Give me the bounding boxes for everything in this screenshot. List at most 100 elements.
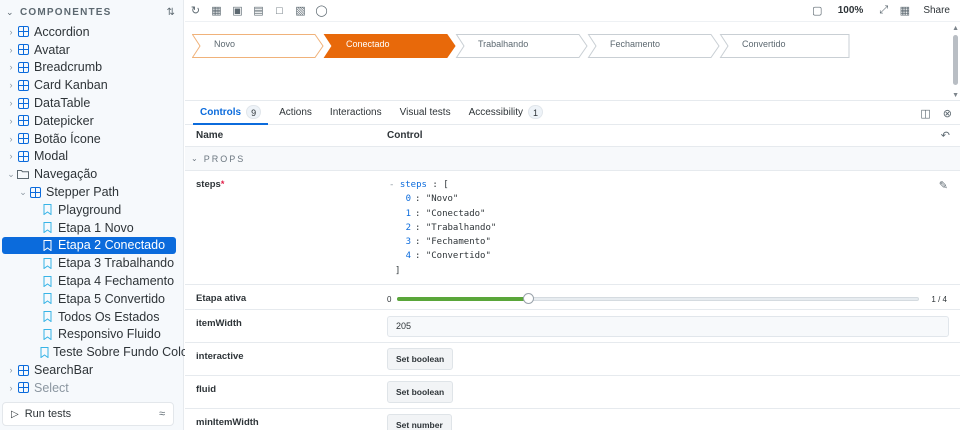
story-icon — [40, 311, 54, 323]
step-label: Conectado — [346, 39, 390, 49]
step-chevron[interactable] — [192, 34, 324, 58]
measure-icon[interactable]: ▧ — [290, 0, 311, 22]
sidebar-item[interactable]: ⌄ Navegação — [0, 165, 184, 183]
chevron-right-icon[interactable]: › — [6, 134, 16, 144]
sidebar-item[interactable]: Responsivo Fluido — [0, 326, 184, 344]
sidebar-item[interactable]: Playground — [0, 201, 184, 219]
tab-visual-tests[interactable]: Visual tests — [393, 100, 458, 124]
chevron-right-icon[interactable]: › — [6, 45, 16, 55]
sidebar-item-label: SearchBar — [34, 363, 94, 378]
preview-scrollbar[interactable]: ▲ ▼ — [950, 23, 960, 101]
object-key: steps — [399, 180, 427, 190]
zoom-icon[interactable]: ▢ — [807, 0, 828, 22]
sidebar-item[interactable]: › Modal — [0, 148, 184, 166]
zoom-level[interactable]: 100% — [838, 5, 864, 16]
expand-collapse-icon[interactable]: ⇅ — [167, 7, 175, 18]
colon: : — [415, 194, 426, 205]
step-chevron[interactable] — [323, 34, 456, 58]
share-button[interactable]: Share — [923, 5, 950, 16]
array-index: 4 — [405, 251, 411, 262]
fluid-set-boolean-button[interactable]: Set boolean — [387, 381, 454, 403]
calendar-icon[interactable]: ▦ — [894, 0, 915, 22]
scroll-down-icon[interactable]: ▼ — [952, 92, 959, 99]
chevron-right-icon[interactable]: › — [6, 27, 16, 37]
image-icon[interactable]: ▣ — [227, 0, 248, 22]
chevron-down-icon[interactable]: ⌄ — [6, 169, 16, 180]
scroll-up-icon[interactable]: ▲ — [952, 25, 959, 32]
sidebar-item[interactable]: › DataTable — [0, 94, 184, 112]
sidebar-item[interactable]: › Select — [0, 379, 184, 397]
story-icon — [40, 293, 54, 305]
chevron-down-icon[interactable]: ⌄ — [18, 187, 28, 198]
addons-panel: Controls 9 Actions Interactions Visual tests… — [185, 101, 960, 430]
sidebar-item[interactable]: › Card Kanban — [0, 76, 184, 94]
array-item[interactable]: 0: "Novo" — [389, 192, 496, 206]
array-item[interactable]: 3: "Fechamento" — [389, 235, 496, 249]
array-item[interactable]: 2: "Trabalhando" — [389, 221, 497, 235]
tab-actions[interactable]: Actions — [272, 100, 319, 124]
sidebar-item[interactable]: › SearchBar — [0, 361, 184, 379]
tab-interactions[interactable]: Interactions — [323, 100, 389, 124]
array-open: [ — [443, 180, 449, 190]
chevron-right-icon[interactable]: › — [6, 365, 16, 375]
min-item-width-set-number-button[interactable]: Set number — [387, 414, 452, 430]
watch-mode-icon[interactable]: ≈ — [159, 408, 165, 420]
story-icon — [40, 239, 54, 251]
sidebar-item[interactable]: Etapa 3 Trabalhando — [0, 254, 184, 272]
scroll-thumb[interactable] — [953, 35, 958, 85]
sidebar-item[interactable]: Teste Sobre Fundo Colorido — [0, 343, 209, 361]
column-name: Name — [196, 130, 224, 141]
sidebar-item[interactable]: › Datepicker — [0, 112, 184, 130]
chevron-right-icon[interactable]: › — [6, 80, 16, 90]
edit-pencil-icon[interactable]: ✎ — [939, 179, 948, 192]
outline-icon[interactable]: □ — [269, 0, 290, 22]
array-item[interactable]: 4: "Convertido" — [389, 249, 496, 263]
panel-layout-icon[interactable]: ◫ — [920, 107, 930, 120]
fullscreen-icon[interactable]: ⤢ — [873, 0, 894, 22]
slider-thumb[interactable] — [522, 293, 534, 304]
array-close: ] — [395, 265, 401, 276]
sidebar-item[interactable]: › Breadcrumb — [0, 59, 184, 77]
sidebar-item[interactable]: Etapa 2 Conectado — [2, 236, 176, 255]
sidebar-item[interactable]: › Accordion — [0, 23, 184, 41]
control-name: Etapa ativa — [196, 293, 247, 304]
chevron-right-icon[interactable]: › — [6, 62, 16, 72]
required-mark: * — [220, 179, 225, 189]
tab-controls[interactable]: Controls 9 — [193, 100, 269, 125]
item-width-input[interactable]: 205 — [387, 316, 949, 337]
array-value: "Convertido" — [425, 251, 491, 262]
chevron-right-icon[interactable]: › — [6, 151, 16, 161]
interactive-set-boolean-button[interactable]: Set boolean — [387, 348, 454, 370]
sidebar-item-label: Navegação — [34, 167, 98, 182]
sidebar-item[interactable]: Todos Os Estados — [0, 308, 184, 326]
run-tests-bar[interactable]: ▷ Run tests ≈ — [2, 402, 174, 426]
grid-icon[interactable]: ▦ — [206, 0, 227, 22]
accessibility-icon[interactable]: ◯ — [311, 0, 332, 22]
array-item[interactable]: 1: "Conectado" — [389, 207, 496, 221]
reset-icon[interactable]: ↶ — [941, 129, 950, 142]
close-icon[interactable]: ⊗ — [943, 107, 952, 120]
sidebar-item-label: Etapa 4 Fechamento — [58, 274, 175, 289]
reload-icon[interactable]: ↻ — [185, 0, 206, 22]
component-icon — [16, 26, 30, 38]
etapa-ativa-slider[interactable]: 0 1 / 4 — [387, 292, 947, 306]
tab-accessibility[interactable]: Accessibility 1 — [462, 100, 550, 124]
object-editor[interactable]: - steps : [0: "Novo" 1: "Conectado" 2: "Tr… — [389, 178, 496, 278]
sidebar-item-label: Breadcrumb — [34, 60, 103, 75]
sidebar-item[interactable]: Etapa 1 Novo — [0, 219, 184, 237]
array-value: "Fechamento" — [425, 237, 491, 248]
sidebar-item[interactable]: ⌄ Stepper Path — [0, 183, 184, 201]
sidebar-item[interactable]: › Botão Ícone — [0, 130, 184, 148]
step-label: Trabalhando — [478, 39, 529, 49]
sidebar-item[interactable]: Etapa 4 Fechamento — [0, 272, 184, 290]
slider-track[interactable] — [397, 292, 919, 306]
viewport-icon[interactable]: ▤ — [248, 0, 269, 22]
sidebar-item[interactable]: › Avatar — [0, 41, 184, 59]
props-section[interactable]: ⌄ PROPS — [185, 147, 960, 171]
chevron-right-icon[interactable]: › — [6, 98, 16, 108]
chevron-right-icon[interactable]: › — [6, 383, 16, 393]
sidebar-header[interactable]: ⌄ COMPONENTES ⇅ — [0, 0, 183, 24]
collapse-marker[interactable]: - — [389, 180, 400, 190]
sidebar-item[interactable]: Etapa 5 Convertido — [0, 290, 184, 308]
chevron-right-icon[interactable]: › — [6, 116, 16, 126]
